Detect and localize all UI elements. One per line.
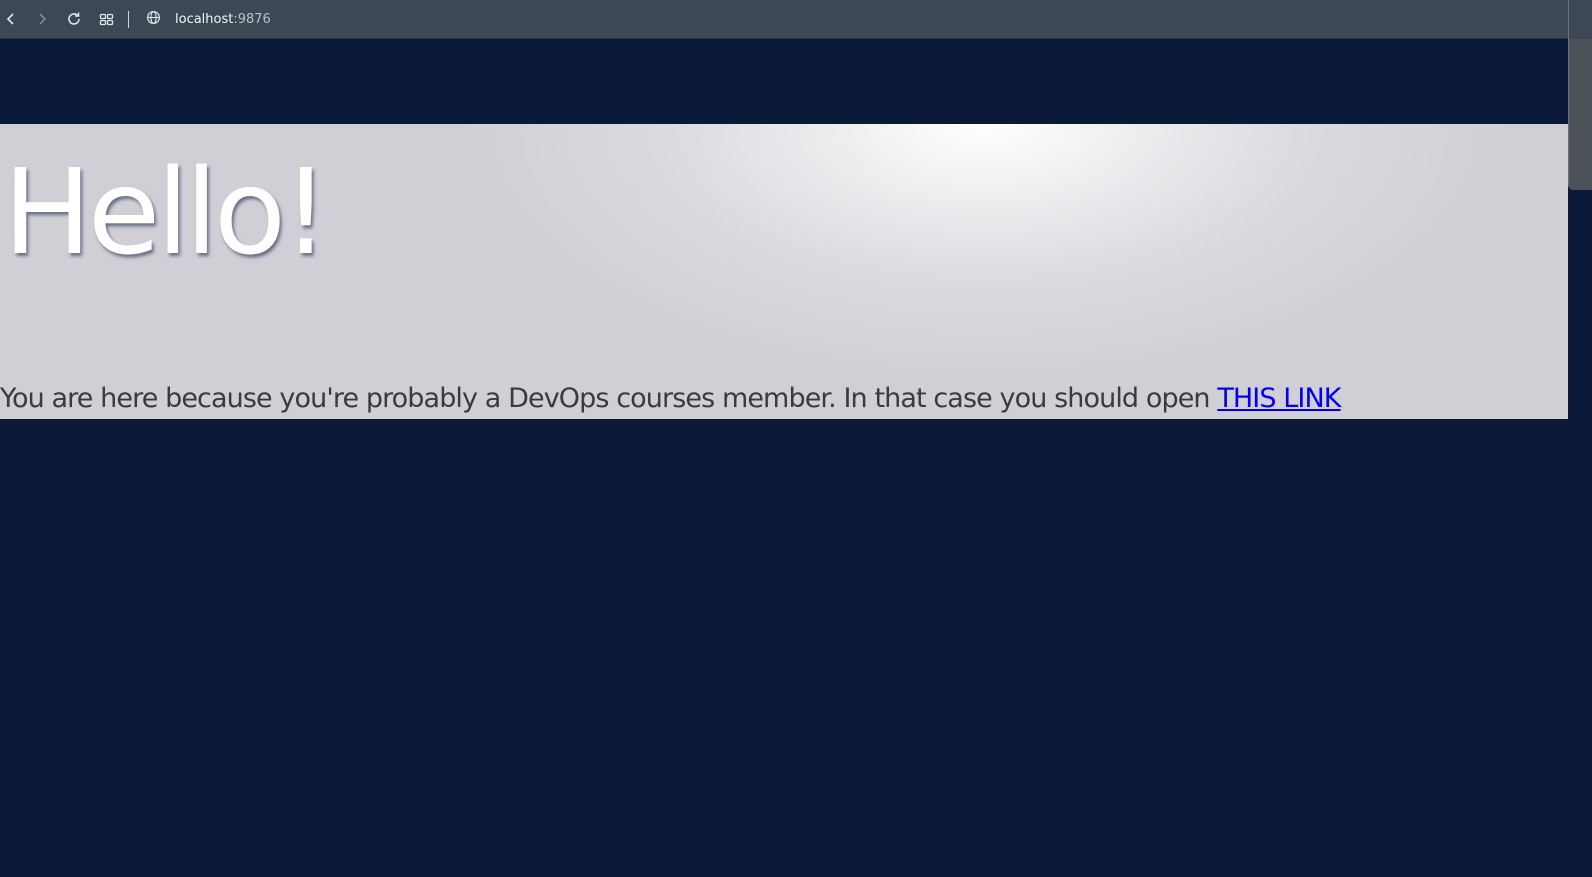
intro-message-text: You are here because you're probably a D… xyxy=(0,383,1218,414)
back-button[interactable] xyxy=(1,9,21,29)
scrollbar-thumb[interactable] xyxy=(1568,39,1592,190)
page-content: Hello! You are here because you're proba… xyxy=(0,39,1568,877)
intro-message: You are here because you're probably a D… xyxy=(0,381,1342,417)
page-title: Hello! xyxy=(3,143,329,281)
scrollbar-top xyxy=(1568,0,1592,39)
tabs-grid-icon xyxy=(99,12,114,27)
url-port: :9876 xyxy=(233,11,271,27)
address-bar[interactable]: localhost:9876 xyxy=(146,8,546,30)
globe-icon xyxy=(146,10,161,29)
hero-banner: Hello! You are here because you're proba… xyxy=(0,124,1568,419)
tabs-grid-button[interactable] xyxy=(96,9,116,29)
course-link[interactable]: THIS LINK xyxy=(1217,383,1341,414)
reload-icon xyxy=(66,11,82,27)
url-host: localhost xyxy=(175,11,234,27)
forward-button[interactable] xyxy=(32,9,52,29)
toolbar-divider xyxy=(128,11,129,28)
forward-icon xyxy=(35,12,49,26)
vertical-scrollbar[interactable] xyxy=(1568,39,1592,877)
back-icon xyxy=(4,12,18,26)
reload-button[interactable] xyxy=(64,9,84,29)
browser-toolbar: localhost:9876 xyxy=(0,0,1592,39)
